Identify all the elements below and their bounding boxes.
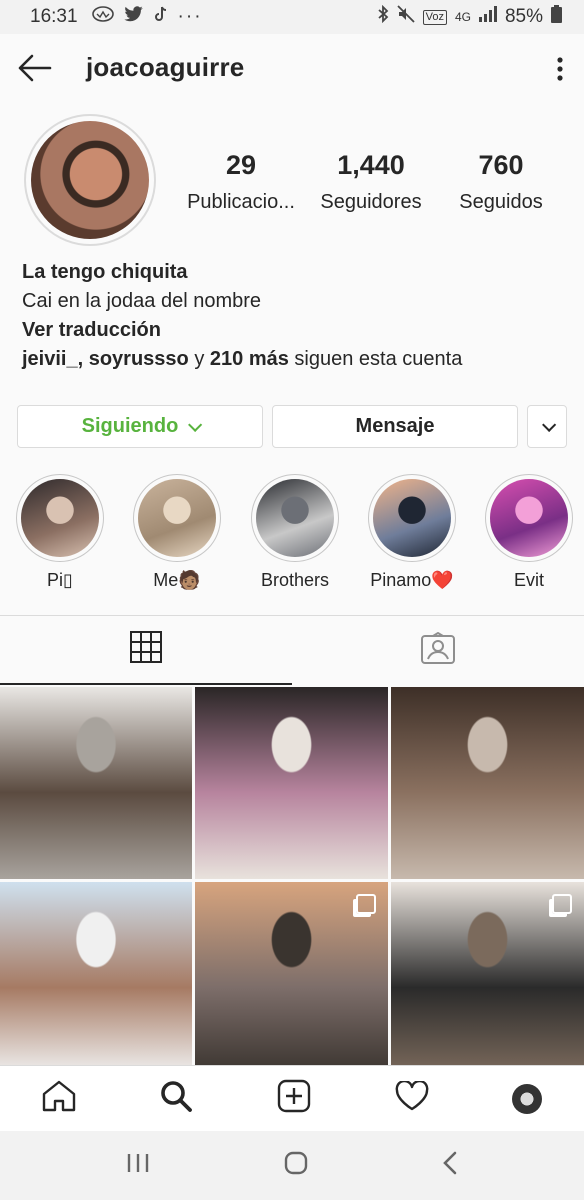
highlight-item[interactable]: Me🧑🏽 (132, 474, 222, 591)
post-thumbnail[interactable] (0, 882, 192, 1074)
highlight-label: Pi▯ (47, 570, 73, 590)
signal-icon (478, 6, 497, 28)
suggested-accounts-button[interactable] (527, 405, 567, 448)
highlight-label: Evit (513, 570, 544, 590)
posts-count: 29 (225, 150, 257, 180)
tagged-person-icon (421, 631, 455, 669)
recent-apps-icon[interactable] (126, 1152, 150, 1179)
followed-by-names: jeivii_, soyrussso (22, 348, 189, 370)
profile-stats: 29 Publicacio... 1,440 Seguidores 760 Se… (176, 150, 566, 214)
back-button-icon[interactable] (442, 1150, 458, 1181)
more-notifications-icon: ··· (177, 6, 203, 27)
stat-followers[interactable]: 1,440 Seguidores (306, 150, 436, 214)
tiktok-icon (154, 6, 168, 28)
battery-percent: 85% (504, 6, 543, 27)
grid-icon (130, 631, 162, 668)
highlight-cover (490, 479, 568, 557)
tab-grid[interactable] (0, 616, 292, 685)
message-button-label: Mensaje (355, 415, 435, 437)
avatar-image (31, 121, 149, 239)
followed-by-suffix: siguen esta cuenta (294, 348, 463, 370)
highlight-item[interactable]: Evit (484, 474, 574, 591)
volte-indicator: Voz (422, 9, 447, 25)
following-button[interactable]: Siguiendo (17, 405, 263, 448)
bluetooth-icon (377, 4, 389, 29)
followers-label: Seguidores (320, 191, 422, 213)
notification-icon (91, 6, 114, 28)
followed-by-line[interactable]: jeivii_, soyrussso y 210 más siguen esta… (22, 345, 567, 374)
profile-username: joacoaguirre (86, 52, 245, 82)
posts-label: Publicacio... (187, 191, 295, 213)
stat-following[interactable]: 760 Seguidos (436, 150, 566, 214)
stat-posts[interactable]: 29 Publicacio... (176, 150, 306, 214)
more-options-icon[interactable] (556, 56, 564, 82)
status-bar: 16:31 ··· Voz 4G 85% (0, 0, 584, 34)
profile-tabs (0, 615, 584, 685)
post-thumbnail[interactable] (195, 687, 388, 879)
followed-by-y: y (194, 348, 205, 370)
home-button-icon[interactable] (283, 1150, 309, 1181)
search-icon[interactable] (159, 1079, 193, 1118)
following-label: Seguidos (459, 191, 543, 213)
post-thumbnail[interactable] (195, 882, 388, 1074)
highlight-item[interactable]: Pi▯ (15, 474, 105, 591)
status-time: 16:31 (30, 6, 78, 27)
chevron-down-icon (188, 417, 203, 432)
message-button[interactable]: Mensaje (272, 405, 518, 448)
home-icon[interactable] (42, 1080, 76, 1117)
new-post-icon[interactable] (277, 1079, 311, 1118)
highlight-item[interactable]: Pinamo❤️ (367, 474, 457, 591)
profile-avatar-icon[interactable] (512, 1083, 543, 1114)
battery-icon (551, 5, 562, 29)
profile-avatar[interactable] (24, 114, 156, 246)
highlight-item[interactable]: Brothers (250, 474, 340, 591)
post-thumbnail[interactable] (0, 687, 192, 879)
post-thumbnail[interactable] (391, 882, 584, 1074)
activity-heart-icon[interactable] (395, 1079, 429, 1116)
following-count: 760 (478, 150, 524, 180)
highlight-label: Brothers (260, 570, 330, 590)
posts-grid (0, 687, 584, 1074)
bottom-navigation (0, 1065, 584, 1131)
highlight-cover (138, 479, 216, 557)
mute-icon (396, 5, 415, 29)
followed-by-more: 210 más (209, 348, 289, 370)
back-arrow-icon[interactable] (16, 52, 52, 84)
following-button-label: Siguiendo (81, 415, 179, 437)
network-type: 4G (454, 10, 471, 24)
see-translation-link[interactable]: Ver traducción (22, 316, 567, 345)
system-navigation-bar (0, 1131, 584, 1200)
highlight-label: Pinamo❤️ (370, 570, 454, 590)
carousel-icon (356, 894, 376, 914)
twitter-icon (123, 6, 144, 28)
bio-text-line: Cai en la jodaa del nombre (22, 290, 262, 312)
profile-bio: La tengo chiquita Cai en la jodaa del no… (22, 258, 567, 374)
bio-name-line: La tengo chiquita (22, 261, 188, 283)
followers-count: 1,440 (337, 150, 405, 180)
highlight-cover (256, 479, 334, 557)
profile-header: joacoaguirre (0, 34, 584, 102)
chevron-down-icon (542, 417, 557, 432)
highlight-cover (373, 479, 451, 557)
carousel-icon (552, 894, 572, 914)
highlight-label: Me🧑🏽 (153, 570, 201, 590)
tab-tagged[interactable] (292, 616, 584, 685)
post-thumbnail[interactable] (391, 687, 584, 879)
highlight-cover (21, 479, 99, 557)
story-highlights: Pi▯ Me🧑🏽 Brothers Pinamo❤️ Evit (0, 474, 584, 594)
